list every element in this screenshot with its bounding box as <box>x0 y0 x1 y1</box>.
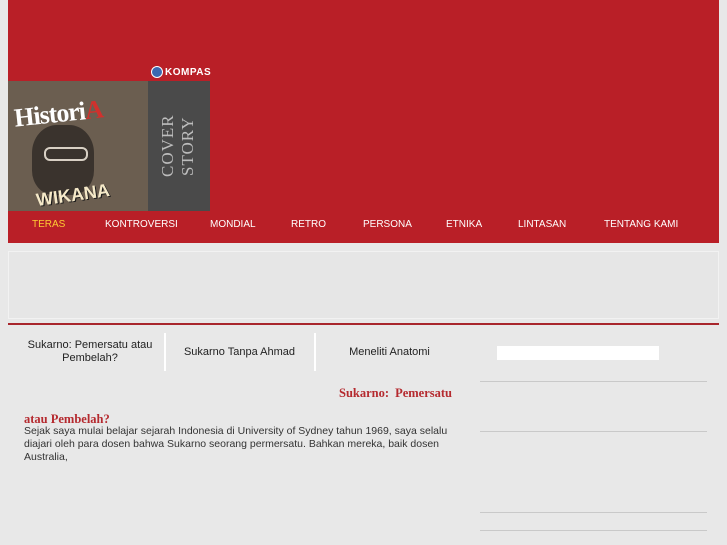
nav-item-tentang-kami[interactable]: TENTANG KAMI <box>604 219 678 230</box>
tab-sukarno-tanpa-ahmad[interactable]: Sukarno Tanpa Ahmad <box>172 333 307 371</box>
nav-item-teras[interactable]: TERAS <box>32 219 65 230</box>
nav-item-kontroversi[interactable]: KONTROVERSI <box>105 219 178 230</box>
nav-item-mondial[interactable]: MONDIAL <box>210 219 256 230</box>
cover-story-label: COVER STORY <box>158 114 197 178</box>
main-nav: TERAS KONTROVERSI MONDIAL RETRO PERSONA … <box>8 211 719 237</box>
tab-separator <box>164 333 166 371</box>
sidebar-divider <box>480 431 707 432</box>
site-header: KOMPAS HistoriA WIKANA COVER STORY TERAS… <box>8 0 719 243</box>
nav-item-persona[interactable]: PERSONA <box>363 219 412 230</box>
search-input[interactable] <box>497 346 659 360</box>
kompas-logo-text: KOMPAS <box>165 66 212 78</box>
cover-story-banner[interactable]: HistoriA WIKANA COVER STORY <box>8 81 210 211</box>
nav-item-lintasan[interactable]: LINTASAN <box>518 219 566 230</box>
magazine-cover-image: HistoriA WIKANA <box>8 81 148 211</box>
section-divider <box>8 323 719 325</box>
sidebar-divider <box>480 381 707 382</box>
article-body: Sejak saya mulai belajar sejarah Indones… <box>24 425 448 463</box>
tab-sukarno-pemersatu[interactable]: Sukarno: Pemersatu atau Pembelah? <box>24 333 156 371</box>
sidebar-divider <box>480 512 707 513</box>
nav-item-retro[interactable]: RETRO <box>291 219 326 230</box>
magazine-title: HistoriA <box>13 94 104 133</box>
ad-banner-area <box>8 251 719 319</box>
sidebar-divider <box>480 530 707 531</box>
magazine-title-text: HistoriA <box>12 94 105 133</box>
magazine-title-accent: A <box>83 94 105 126</box>
tab-meneliti-anatomi[interactable]: Meneliti Anatomi <box>322 333 457 371</box>
cover-portrait-glasses <box>44 147 88 161</box>
kompas-logo[interactable]: KOMPAS <box>151 66 211 78</box>
nav-item-etnika[interactable]: ETNIKA <box>446 219 482 230</box>
kompas-globe-icon <box>151 66 163 78</box>
article-tabs: Sukarno: Pemersatu atau Pembelah? Sukarn… <box>8 333 478 371</box>
tab-separator <box>314 333 316 371</box>
page: KOMPAS HistoriA WIKANA COVER STORY TERAS… <box>8 0 719 545</box>
